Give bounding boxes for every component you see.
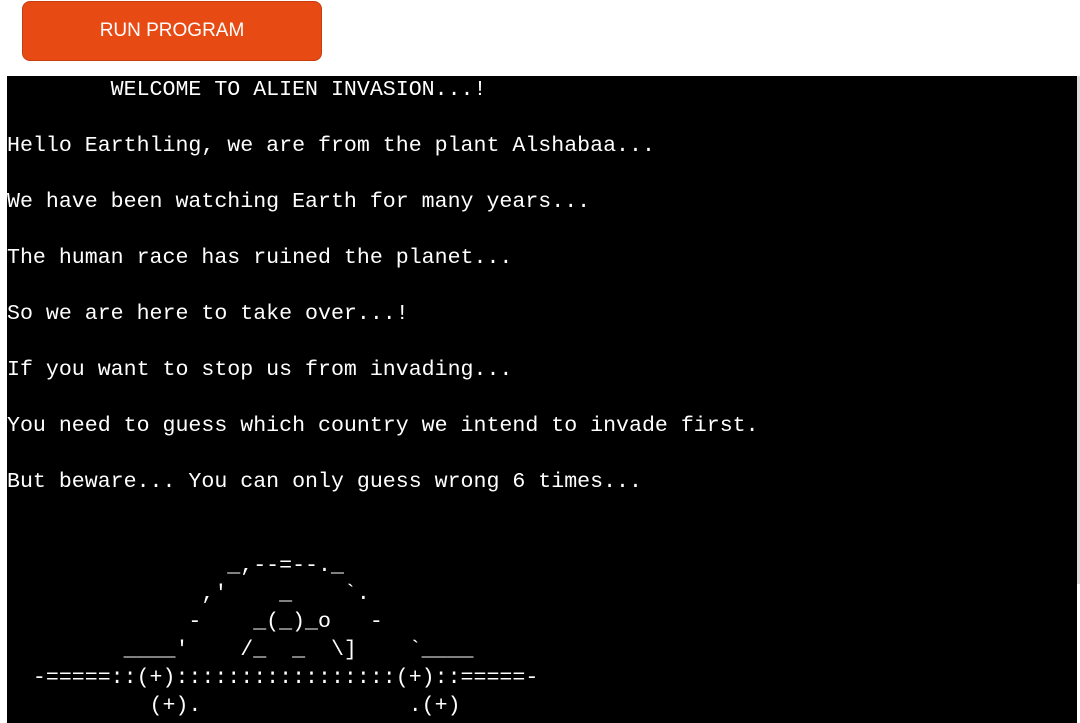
terminal-line: -=====::(+):::::::::::::::::(+)::=====- [7,666,539,690]
terminal-line: (+). .(+) [7,694,461,718]
terminal-line: But beware... You can only guess wrong 6… [7,470,642,494]
terminal-line: WELCOME TO ALIEN INVASION...! [7,78,487,102]
terminal-line: _,--=--._ [7,554,344,578]
terminal-line: Hello Earthling, we are from the plant A… [7,134,655,158]
terminal-line: We have been watching Earth for many yea… [7,190,591,214]
terminal-output[interactable]: WELCOME TO ALIEN INVASION...! Hello Earth… [7,76,1077,723]
terminal-line: So we are here to take over...! [7,302,409,326]
terminal-line: - _(_)_o - [7,610,383,634]
terminal-line: ____' /_ _ \] `____ [7,638,474,662]
terminal-line: The human race has ruined the planet... [7,246,513,270]
run-program-button[interactable]: RUN PROGRAM [22,1,322,61]
terminal-line: If you want to stop us from invading... [7,358,513,382]
terminal-line: ,' _ `. [7,582,370,606]
terminal-text: WELCOME TO ALIEN INVASION...! Hello Earth… [7,76,1077,723]
terminal-line: You need to guess which country we inten… [7,414,759,438]
